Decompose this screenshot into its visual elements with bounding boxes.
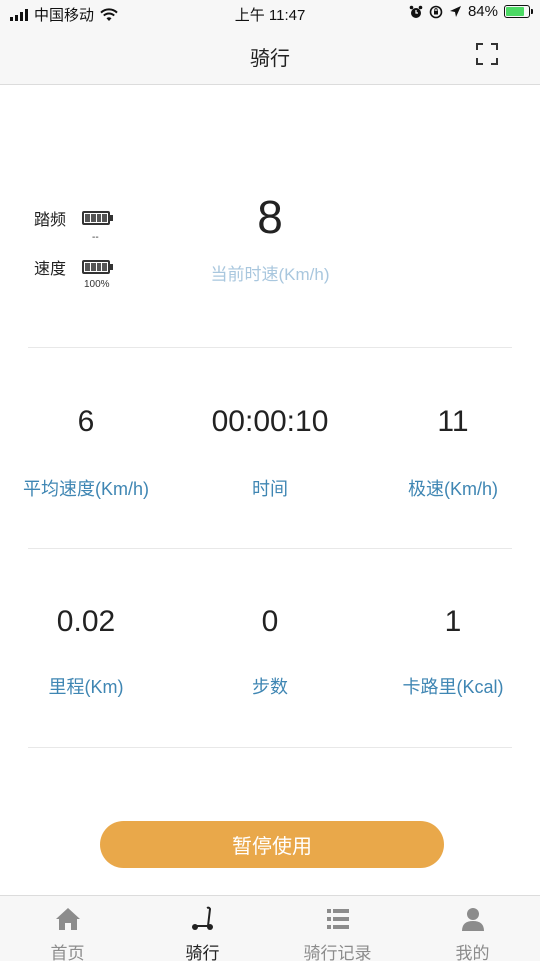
- steps-value: 0: [261, 605, 279, 638]
- tab-home-label: 首页: [50, 944, 85, 963]
- avg-speed-value: 6: [77, 405, 95, 438]
- battery-fill: [506, 7, 525, 16]
- page-title: 骑行: [250, 48, 290, 70]
- tab-mine[interactable]: 我的: [405, 896, 540, 963]
- distance-value: 0.02: [56, 605, 116, 638]
- tab-ride[interactable]: 骑行: [135, 896, 270, 963]
- battery-icon: [504, 5, 533, 18]
- calories-value: 1: [444, 605, 462, 638]
- divider: [28, 548, 512, 549]
- status-right: 84%: [409, 3, 533, 20]
- steps-label: 步数: [252, 677, 288, 697]
- tab-home[interactable]: 首页: [0, 896, 135, 963]
- divider: [28, 747, 512, 748]
- calories-label: 卡路里(Kcal): [402, 677, 504, 697]
- pause-button[interactable]: 暂停使用: [100, 821, 444, 868]
- home-icon: [55, 908, 80, 930]
- sensor-speed: 速度: [34, 255, 113, 279]
- scooter-icon: [191, 906, 213, 930]
- rotation-lock-icon: [429, 5, 443, 18]
- time-value: 00:00:10: [211, 405, 329, 438]
- tab-bar: 首页 骑行 骑行记录 我的: [0, 895, 540, 963]
- alarm-icon: [409, 5, 423, 18]
- sensor-speed-value: 100%: [84, 279, 110, 290]
- tab-ride-records-label: 骑行记录: [303, 944, 372, 963]
- sensor-cadence-label: 踏频: [34, 212, 67, 229]
- distance-label: 里程(Km): [48, 677, 124, 697]
- nav-bar: 骑行: [0, 26, 540, 85]
- avg-speed-label: 平均速度(Km/h): [23, 479, 149, 499]
- sensor-cadence-value: --: [92, 232, 99, 243]
- tab-ride-label: 骑行: [185, 944, 220, 963]
- status-bar: 中国移动 上午 11:47 84%: [0, 0, 540, 26]
- tab-ride-records[interactable]: 骑行记录: [270, 896, 405, 963]
- current-speed-label: 当前时速(Km/h): [210, 265, 330, 284]
- sensor-cadence: 踏频: [34, 206, 113, 230]
- battery-percent: 84%: [467, 3, 498, 20]
- time-label: 时间: [252, 479, 288, 499]
- battery-icon: [82, 260, 113, 274]
- list-icon: [326, 909, 349, 929]
- max-speed-label: 极速(Km/h): [408, 479, 498, 499]
- current-speed-value: 8: [257, 191, 283, 243]
- sensor-speed-label: 速度: [34, 261, 67, 278]
- location-arrow-icon: [449, 6, 461, 17]
- battery-icon: [82, 211, 113, 225]
- tab-mine-label: 我的: [455, 944, 490, 963]
- divider: [28, 347, 512, 348]
- user-icon: [461, 908, 484, 931]
- max-speed-value: 11: [437, 405, 469, 438]
- fullscreen-icon[interactable]: [476, 43, 498, 65]
